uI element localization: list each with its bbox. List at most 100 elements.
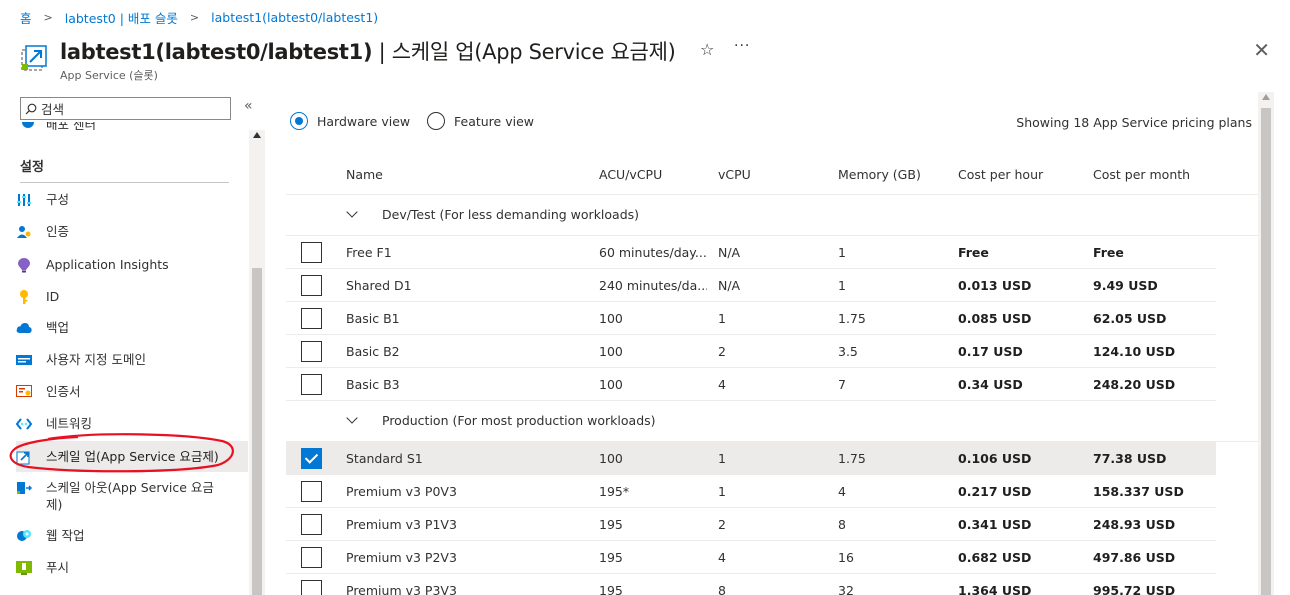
cell-vcpu: 1: [718, 451, 726, 466]
lightbulb-pin-icon: [16, 257, 32, 273]
sidebar-item-label: 백업: [46, 320, 70, 335]
sidebar-item-certificates[interactable]: 인증서: [16, 383, 248, 400]
sidebar-item-label: 웹 작업: [46, 528, 85, 543]
close-icon[interactable]: ✕: [1253, 38, 1270, 62]
scale-out-icon: [16, 480, 32, 496]
table-row[interactable]: Shared D1 240 minutes/da... N/A 1 0.013 USD 9…: [286, 269, 1216, 302]
group-header-devtest[interactable]: Dev/Test (For less demanding workloads): [286, 195, 1269, 236]
cell-acu: 195: [599, 583, 623, 595]
checkbox[interactable]: [301, 481, 322, 502]
cell-cost-month: 9.49 USD: [1093, 278, 1158, 293]
cell-plan-name: Premium v3 P2V3: [346, 550, 457, 565]
cell-memory: 16: [838, 550, 854, 565]
sidebar-item-backup[interactable]: 백업: [16, 319, 248, 336]
cell-vcpu: 2: [718, 517, 726, 532]
table-row[interactable]: Premium v3 P2V3 195 4 16 0.682 USD 497.86 USD: [286, 541, 1216, 574]
breadcrumb-deployment-slots[interactable]: labtest0 | 배포 슬롯: [65, 8, 178, 27]
cell-vcpu: 2: [718, 344, 726, 359]
sidebar-scroll-thumb[interactable]: [252, 268, 262, 595]
page-title: labtest1(labtest0/labtest1) | 스케일 업(App …: [60, 36, 676, 66]
sidebar-item-deployment-center[interactable]: 배포 센터: [20, 122, 220, 130]
star-icon[interactable]: ☆: [700, 40, 714, 59]
breadcrumb-slot[interactable]: labtest1(labtest0/labtest1): [211, 10, 378, 25]
checkbox[interactable]: [301, 374, 322, 395]
search-icon: [25, 103, 37, 114]
table-row[interactable]: Basic B2 100 2 3.5 0.17 USD 124.10 USD: [286, 335, 1216, 368]
cell-vcpu: 4: [718, 550, 726, 565]
checkbox-checked[interactable]: [301, 448, 322, 469]
chevron-down-icon[interactable]: [346, 412, 358, 424]
sidebar-item-label: ID: [46, 289, 60, 304]
cell-cost-month: 248.20 USD: [1093, 377, 1176, 392]
sidebar-item-application-insights[interactable]: Application Insights: [16, 256, 248, 273]
column-header-cost-month[interactable]: Cost per month: [1093, 167, 1190, 182]
scroll-up-arrow-icon[interactable]: [253, 132, 261, 138]
hardware-view-radio[interactable]: Hardware view: [290, 112, 410, 130]
cell-plan-name: Basic B3: [346, 377, 400, 392]
sidebar-item-push[interactable]: 푸시: [16, 559, 248, 576]
checkbox[interactable]: [301, 242, 322, 263]
main-scroll-thumb[interactable]: [1261, 108, 1271, 595]
sidebar-item-label: 푸시: [46, 560, 70, 575]
checkbox[interactable]: [301, 341, 322, 362]
table-row[interactable]: Standard S1 100 1 1.75 0.106 USD 77.38 USD: [286, 442, 1216, 475]
cell-acu: 100: [599, 311, 623, 326]
cell-vcpu: 1: [718, 311, 726, 326]
certificate-icon: [16, 384, 32, 400]
table-row[interactable]: Premium v3 P3V3 195 8 32 1.364 USD 995.72 USD: [286, 574, 1216, 595]
sidebar-item-web-jobs[interactable]: 웹 작업: [16, 527, 248, 544]
checkbox[interactable]: [301, 547, 322, 568]
column-header-name[interactable]: Name: [346, 167, 383, 182]
table-row[interactable]: Free F1 60 minutes/day... N/A 1 Free Free: [286, 236, 1216, 269]
group-name: Production (For most production workload…: [382, 413, 656, 428]
sidebar-item-networking[interactable]: 네트워킹: [16, 415, 248, 432]
scroll-up-arrow-icon[interactable]: [1262, 94, 1270, 100]
cell-vcpu: N/A: [718, 245, 741, 260]
sidebar-item-authentication[interactable]: 인증: [16, 223, 248, 240]
table-row[interactable]: Premium v3 P0V3 195* 1 4 0.217 USD 158.337 US…: [286, 475, 1216, 508]
column-header-cost-hour[interactable]: Cost per hour: [958, 167, 1043, 182]
sidebar-item-custom-domains[interactable]: 사용자 지정 도메인: [16, 351, 248, 368]
sidebar-item-label: 인증서: [46, 384, 81, 399]
breadcrumb-home[interactable]: 홈: [20, 8, 32, 27]
checkbox[interactable]: [301, 308, 322, 329]
config-sliders-icon: [16, 192, 32, 208]
sidebar-item-configuration[interactable]: 구성: [16, 191, 248, 208]
table-row[interactable]: Basic B1 100 1 1.75 0.085 USD 62.05 USD: [286, 302, 1216, 335]
search-input[interactable]: 검색: [20, 97, 231, 120]
column-header-memory[interactable]: Memory (GB): [838, 167, 921, 182]
sidebar-item-identity[interactable]: ID: [16, 288, 248, 305]
radio-selected-icon: [290, 112, 308, 130]
column-header-acu[interactable]: ACU/vCPU: [599, 167, 662, 182]
cell-memory: 1: [838, 278, 846, 293]
chevron-down-icon[interactable]: [346, 206, 358, 218]
group-header-production[interactable]: Production (For most production workload…: [286, 401, 1269, 442]
sidebar-item-scale-up[interactable]: 스케일 업(App Service 요금제): [16, 441, 248, 472]
collapse-sidebar-icon[interactable]: «: [244, 98, 253, 114]
sidebar-item-label: Application Insights: [46, 257, 169, 272]
sidebar-item-label: 인증: [46, 224, 70, 239]
column-header-vcpu[interactable]: vCPU: [718, 167, 751, 182]
sidebar-item-label: 네트워킹: [46, 416, 93, 431]
checkbox[interactable]: [301, 514, 322, 535]
cell-cost-hour: 0.341 USD: [958, 517, 1032, 532]
cell-acu: 195: [599, 550, 623, 565]
table-row[interactable]: Basic B3 100 4 7 0.34 USD 248.20 USD: [286, 368, 1216, 401]
chevron-right-icon: >: [189, 10, 200, 24]
checkbox[interactable]: [301, 580, 322, 595]
cell-memory: 8: [838, 517, 846, 532]
checkbox[interactable]: [301, 275, 322, 296]
scale-up-resource-icon: [21, 45, 47, 71]
plan-count-text: Showing 18 App Service pricing plans: [1016, 115, 1252, 130]
feature-view-radio[interactable]: Feature view: [427, 112, 534, 130]
main-scrollbar[interactable]: [1258, 92, 1274, 595]
cell-cost-hour: 0.682 USD: [958, 550, 1032, 565]
more-options-icon[interactable]: ···: [734, 38, 750, 54]
cell-memory: 1: [838, 245, 846, 260]
cell-cost-hour: 0.34 USD: [958, 377, 1023, 392]
table-row[interactable]: Premium v3 P1V3 195 2 8 0.341 USD 248.93 USD: [286, 508, 1216, 541]
sidebar-item-scale-out[interactable]: 스케일 아웃(App Service 요금제): [16, 479, 248, 513]
cell-cost-month: 124.10 USD: [1093, 344, 1176, 359]
sidebar-scrollbar[interactable]: [249, 130, 265, 595]
sidebar-item-label: 사용자 지정 도메인: [46, 352, 146, 367]
